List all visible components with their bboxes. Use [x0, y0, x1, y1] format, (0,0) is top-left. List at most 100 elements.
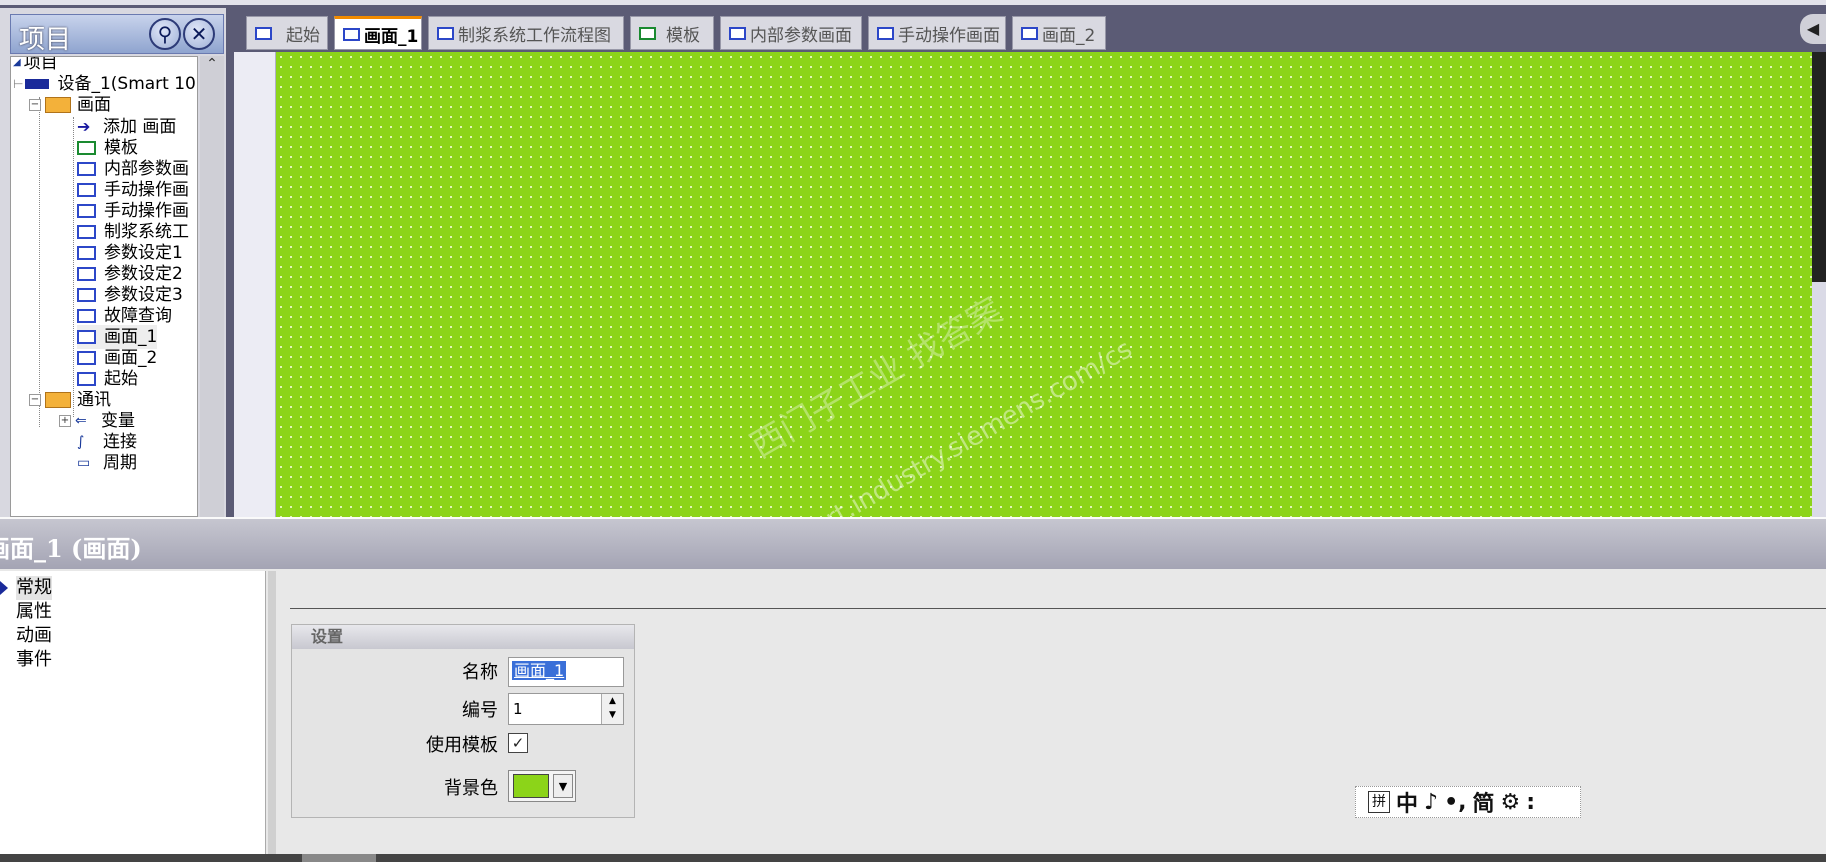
screen-icon: [77, 225, 96, 239]
spin-arrows-icon[interactable]: ▲ ▼: [601, 694, 623, 724]
screen-icon: [343, 27, 360, 41]
tab-manual-ops[interactable]: 手动操作画面: [868, 16, 1006, 50]
template-icon: [77, 141, 96, 155]
tree-folder-screens-label: 画面: [77, 95, 111, 115]
scroll-up-icon[interactable]: ⌃: [200, 56, 224, 78]
screen-icon: [255, 26, 272, 40]
number-stepper[interactable]: 1 ▲ ▼: [508, 693, 624, 725]
tab-label: 制浆系统工作流程图: [458, 25, 611, 46]
tab-screen-1[interactable]: 画面_1: [334, 16, 422, 50]
device-icon: [25, 79, 50, 89]
use-template-checkbox[interactable]: ✓: [508, 733, 528, 753]
tab-label: 内部参数画面: [750, 25, 852, 46]
use-template-label: 使用模板: [426, 735, 498, 756]
color-swatch: [513, 774, 549, 798]
cycle-icon: ▭: [77, 455, 91, 471]
project-panel: 项目 ⚲ ✕ ◢ 项目 ⊢ 设备_1(Smart 100 − 画面 ➔ 添加 画…: [0, 8, 226, 517]
horizontal-scrollbar[interactable]: [0, 854, 1826, 862]
connection-icon: ∫: [77, 434, 85, 450]
workspace-top: 项目 ⚲ ✕ ◢ 项目 ⊢ 设备_1(Smart 100 − 画面 ➔ 添加 画…: [0, 0, 1826, 517]
tab-template[interactable]: 模板: [630, 16, 714, 50]
scrollbar-thumb[interactable]: [302, 854, 376, 862]
ime-settings-icon[interactable]: ⚙: [1501, 790, 1521, 815]
tab-label: 手动操作画面: [898, 25, 1000, 46]
number-value: 1: [513, 700, 523, 718]
number-label: 编号: [462, 700, 498, 721]
screen-icon: [77, 351, 96, 365]
tab-scroll-left-icon[interactable]: ◀: [1800, 14, 1826, 44]
selected-arrow-icon: [0, 581, 8, 595]
project-panel-header: 项目 ⚲ ✕: [10, 14, 224, 55]
variables-icon: ⇐: [75, 413, 87, 429]
nav-events[interactable]: 事件: [16, 648, 52, 672]
tab-label: 画面_2: [1042, 25, 1096, 46]
screen-icon: [77, 309, 96, 323]
screen-icon: [1021, 26, 1038, 40]
project-tree: ◢ 项目 ⊢ 设备_1(Smart 100 − 画面 ➔ 添加 画面 模板 内部…: [10, 56, 198, 517]
screen-icon: [77, 288, 96, 302]
ime-moon-icon[interactable]: ♪: [1424, 790, 1438, 815]
template-icon: [639, 26, 656, 40]
tab-label: 起始: [286, 25, 320, 46]
folder-icon: [45, 97, 71, 113]
screen-icon: [729, 26, 746, 40]
divider: [290, 608, 1826, 609]
ime-pinyin-icon[interactable]: 拼: [1368, 791, 1390, 813]
tree-guide-line: [39, 97, 40, 427]
tree-scrollbar[interactable]: ⌃: [200, 56, 224, 517]
ime-toolbar: 拼 中 ♪ •, 简 ⚙ :: [1355, 786, 1581, 818]
screen-editor: [234, 52, 1826, 517]
tree-guide-line: [73, 117, 74, 417]
folder-icon: [45, 392, 71, 408]
title-strip: [0, 0, 1826, 5]
tree-folder-screens[interactable]: − 画面: [29, 93, 111, 117]
ime-simplified-mode[interactable]: 简: [1472, 786, 1494, 818]
tab-screen-2[interactable]: 画面_2: [1012, 16, 1106, 50]
properties-header: 画面_1 (画面): [0, 519, 1826, 569]
screen-icon: [77, 372, 96, 386]
tab-pulping-flow[interactable]: 制浆系统工作流程图: [428, 16, 624, 50]
screen-icon: [77, 330, 96, 344]
settings-group-title: 设置: [292, 625, 634, 649]
bg-color-label: 背景色: [444, 778, 498, 799]
screen-icon: [77, 162, 96, 176]
dropdown-arrow-icon[interactable]: ▼: [553, 774, 573, 798]
settings-group: 设置 名称 画面_1 编号 1 ▲ ▼ 使用模板 ✓ 背景色 ▼: [291, 624, 635, 818]
bg-color-picker[interactable]: ▼: [508, 770, 576, 802]
screen-icon: [77, 204, 96, 218]
tree-item-label: 周期: [103, 453, 137, 473]
tab-label: 画面_1: [364, 26, 419, 47]
pin-icon[interactable]: ⚲: [149, 18, 181, 50]
name-field[interactable]: 画面_1: [508, 657, 624, 687]
expand-icon[interactable]: +: [59, 415, 71, 427]
close-icon[interactable]: ✕: [183, 18, 215, 50]
tab-internal-params[interactable]: 内部参数画面: [720, 16, 862, 50]
add-screen-icon: ➔: [77, 117, 91, 136]
properties-splitter[interactable]: [268, 571, 276, 855]
screen-icon: [77, 183, 96, 197]
tree-branch-icon: ⊢: [13, 77, 24, 91]
screen-icon: [877, 26, 894, 40]
editor-tabbar: 起始 画面_1 制浆系统工作流程图 模板 内部参数画面 手动操作画面 画面_2: [234, 12, 1826, 52]
editor-margin: [234, 52, 276, 517]
nav-general[interactable]: 常规: [16, 576, 52, 600]
tab-start[interactable]: 起始: [246, 16, 328, 50]
ime-chinese-mode[interactable]: 中: [1396, 786, 1418, 818]
screen-icon: [77, 246, 96, 260]
project-panel-title: 项目: [19, 25, 72, 55]
name-label: 名称: [462, 662, 498, 683]
tree-item-cycle[interactable]: ▭ 周期: [77, 451, 137, 475]
nav-properties[interactable]: 属性: [16, 600, 52, 624]
collapse-icon[interactable]: −: [29, 99, 41, 111]
collapse-icon[interactable]: −: [29, 394, 41, 406]
ime-punctuation-icon[interactable]: •,: [1444, 790, 1466, 815]
properties-nav: 常规 属性 动画 事件: [0, 571, 266, 855]
screen-canvas[interactable]: [276, 52, 1812, 517]
tab-label: 模板: [666, 25, 700, 46]
nav-animation[interactable]: 动画: [16, 624, 52, 648]
screen-icon: [437, 26, 454, 40]
properties-title: 画面_1 (画面): [0, 534, 142, 563]
toolbox-edge[interactable]: [1812, 52, 1826, 282]
ime-more-icon[interactable]: :: [1526, 790, 1535, 815]
screen-icon: [77, 267, 96, 281]
